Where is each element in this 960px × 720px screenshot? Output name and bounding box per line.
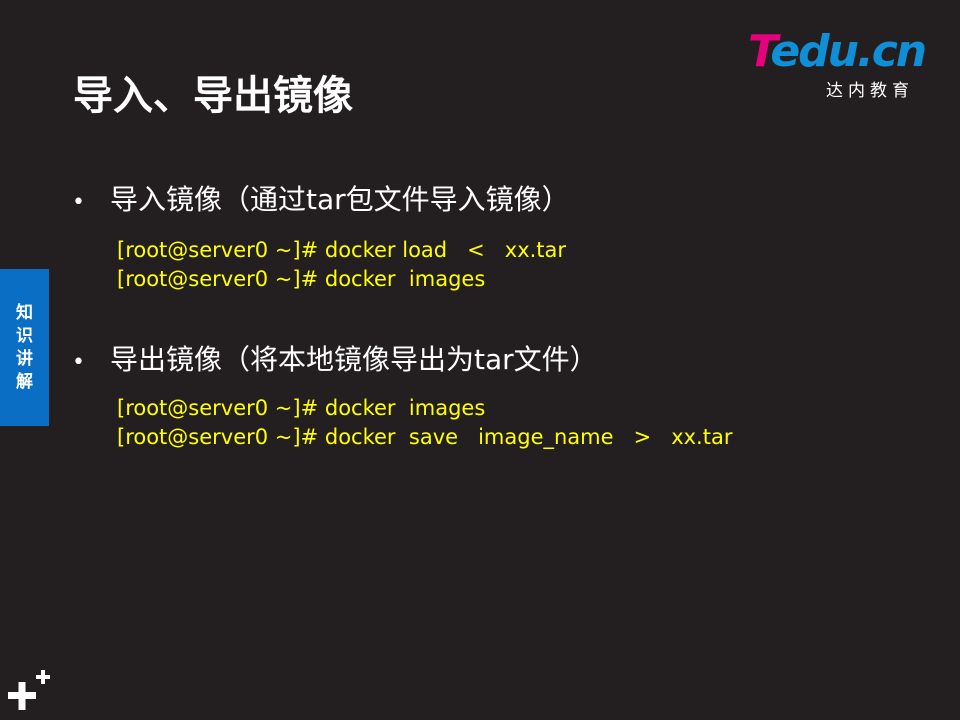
side-tab: 知 识 讲 解 <box>0 269 49 426</box>
bullet-heading: 导出镜像（将本地镜像导出为tar文件） <box>110 343 598 376</box>
logo-letter-t: T <box>748 26 772 77</box>
side-tab-char: 解 <box>16 371 33 392</box>
slide-title: 导入、导出镜像 <box>73 73 353 119</box>
logo-subtitle: 达内教育 <box>826 81 914 101</box>
command-line: [root@server0 ~]# docker save image_name… <box>117 425 733 449</box>
bullet-dot: • <box>72 190 85 215</box>
bullet-dot: • <box>72 350 85 375</box>
command-line: [root@server0 ~]# docker images <box>117 267 486 291</box>
tedu-logo: Tedu.cn 达内教育 <box>748 26 928 102</box>
bullet-export: • 导出镜像（将本地镜像导出为tar文件） <box>72 342 598 381</box>
slide: Tedu.cn 达内教育 导入、导出镜像 知 识 讲 解 • 导入镜像（通过tar… <box>0 0 960 720</box>
side-tab-char: 识 <box>16 325 33 346</box>
command-line: [root@server0 ~]# docker images <box>117 396 486 420</box>
plus-icon <box>8 670 50 710</box>
logo-letters-rest: edu.cn <box>770 26 927 77</box>
side-tab-char: 知 <box>16 302 33 323</box>
command-line: [root@server0 ~]# docker load < xx.tar <box>117 238 567 262</box>
bullet-heading: 导入镜像（通过tar包文件导入镜像） <box>110 183 570 216</box>
side-tab-char: 讲 <box>16 348 33 369</box>
bullet-import: • 导入镜像（通过tar包文件导入镜像） <box>72 182 570 221</box>
logo-wordmark: Tedu.cn <box>748 26 927 77</box>
